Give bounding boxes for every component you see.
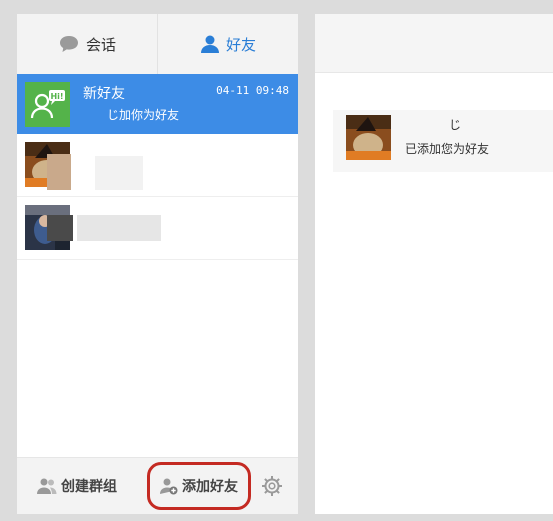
request-message: 已添加您为好友 (405, 142, 490, 156)
new-friend-name: 新好友 (83, 86, 125, 102)
blurred-name (47, 154, 71, 190)
tab-chat[interactable]: 会话 (17, 14, 158, 74)
blurred-name (47, 215, 73, 241)
avatar (346, 115, 391, 160)
create-group-label: 创建群组 (61, 479, 117, 495)
add-friend-button[interactable]: 添加好友 (147, 462, 251, 510)
friend-list: Hi! 新好友 04-11 09:48 じ加你为好友 (17, 74, 298, 260)
tab-bar: 会话 好友 (17, 14, 298, 75)
tab-friends[interactable]: 好友 (158, 14, 298, 74)
new-friend-message: じ加你为好友 (107, 108, 180, 122)
footer-toolbar: 创建群组 添加好友 (17, 457, 298, 514)
right-panel: じ 已添加您为好友 (315, 14, 553, 514)
add-person-icon (160, 477, 178, 495)
tab-chat-label: 会话 (85, 35, 116, 54)
tab-friends-label: 好友 (225, 35, 256, 54)
list-item[interactable] (17, 134, 298, 197)
gear-icon (261, 475, 283, 497)
left-panel: 会话 好友 Hi! 新好友 04-11 09:48 じ加你为好友 创建群组 添加… (17, 14, 298, 514)
add-friend-label: 添加好友 (182, 479, 238, 495)
requester-name: じ (449, 118, 462, 132)
list-item[interactable] (17, 197, 298, 260)
friend-request-card[interactable]: じ 已添加您为好友 (333, 110, 553, 172)
person-icon (200, 34, 220, 54)
list-item-new-friend[interactable]: Hi! 新好友 04-11 09:48 じ加你为好友 (17, 74, 298, 134)
settings-button[interactable] (261, 458, 287, 514)
chat-bubble-icon (58, 34, 80, 54)
create-group-button[interactable]: 创建群组 (37, 458, 117, 514)
detail-header (315, 14, 553, 73)
new-friend-icon: Hi! (25, 82, 70, 127)
blurred-name (95, 156, 143, 190)
svg-text:Hi!: Hi! (50, 92, 63, 101)
blurred-name (77, 215, 161, 241)
group-icon (37, 477, 57, 495)
new-friend-time: 04-11 09:48 (216, 84, 289, 97)
